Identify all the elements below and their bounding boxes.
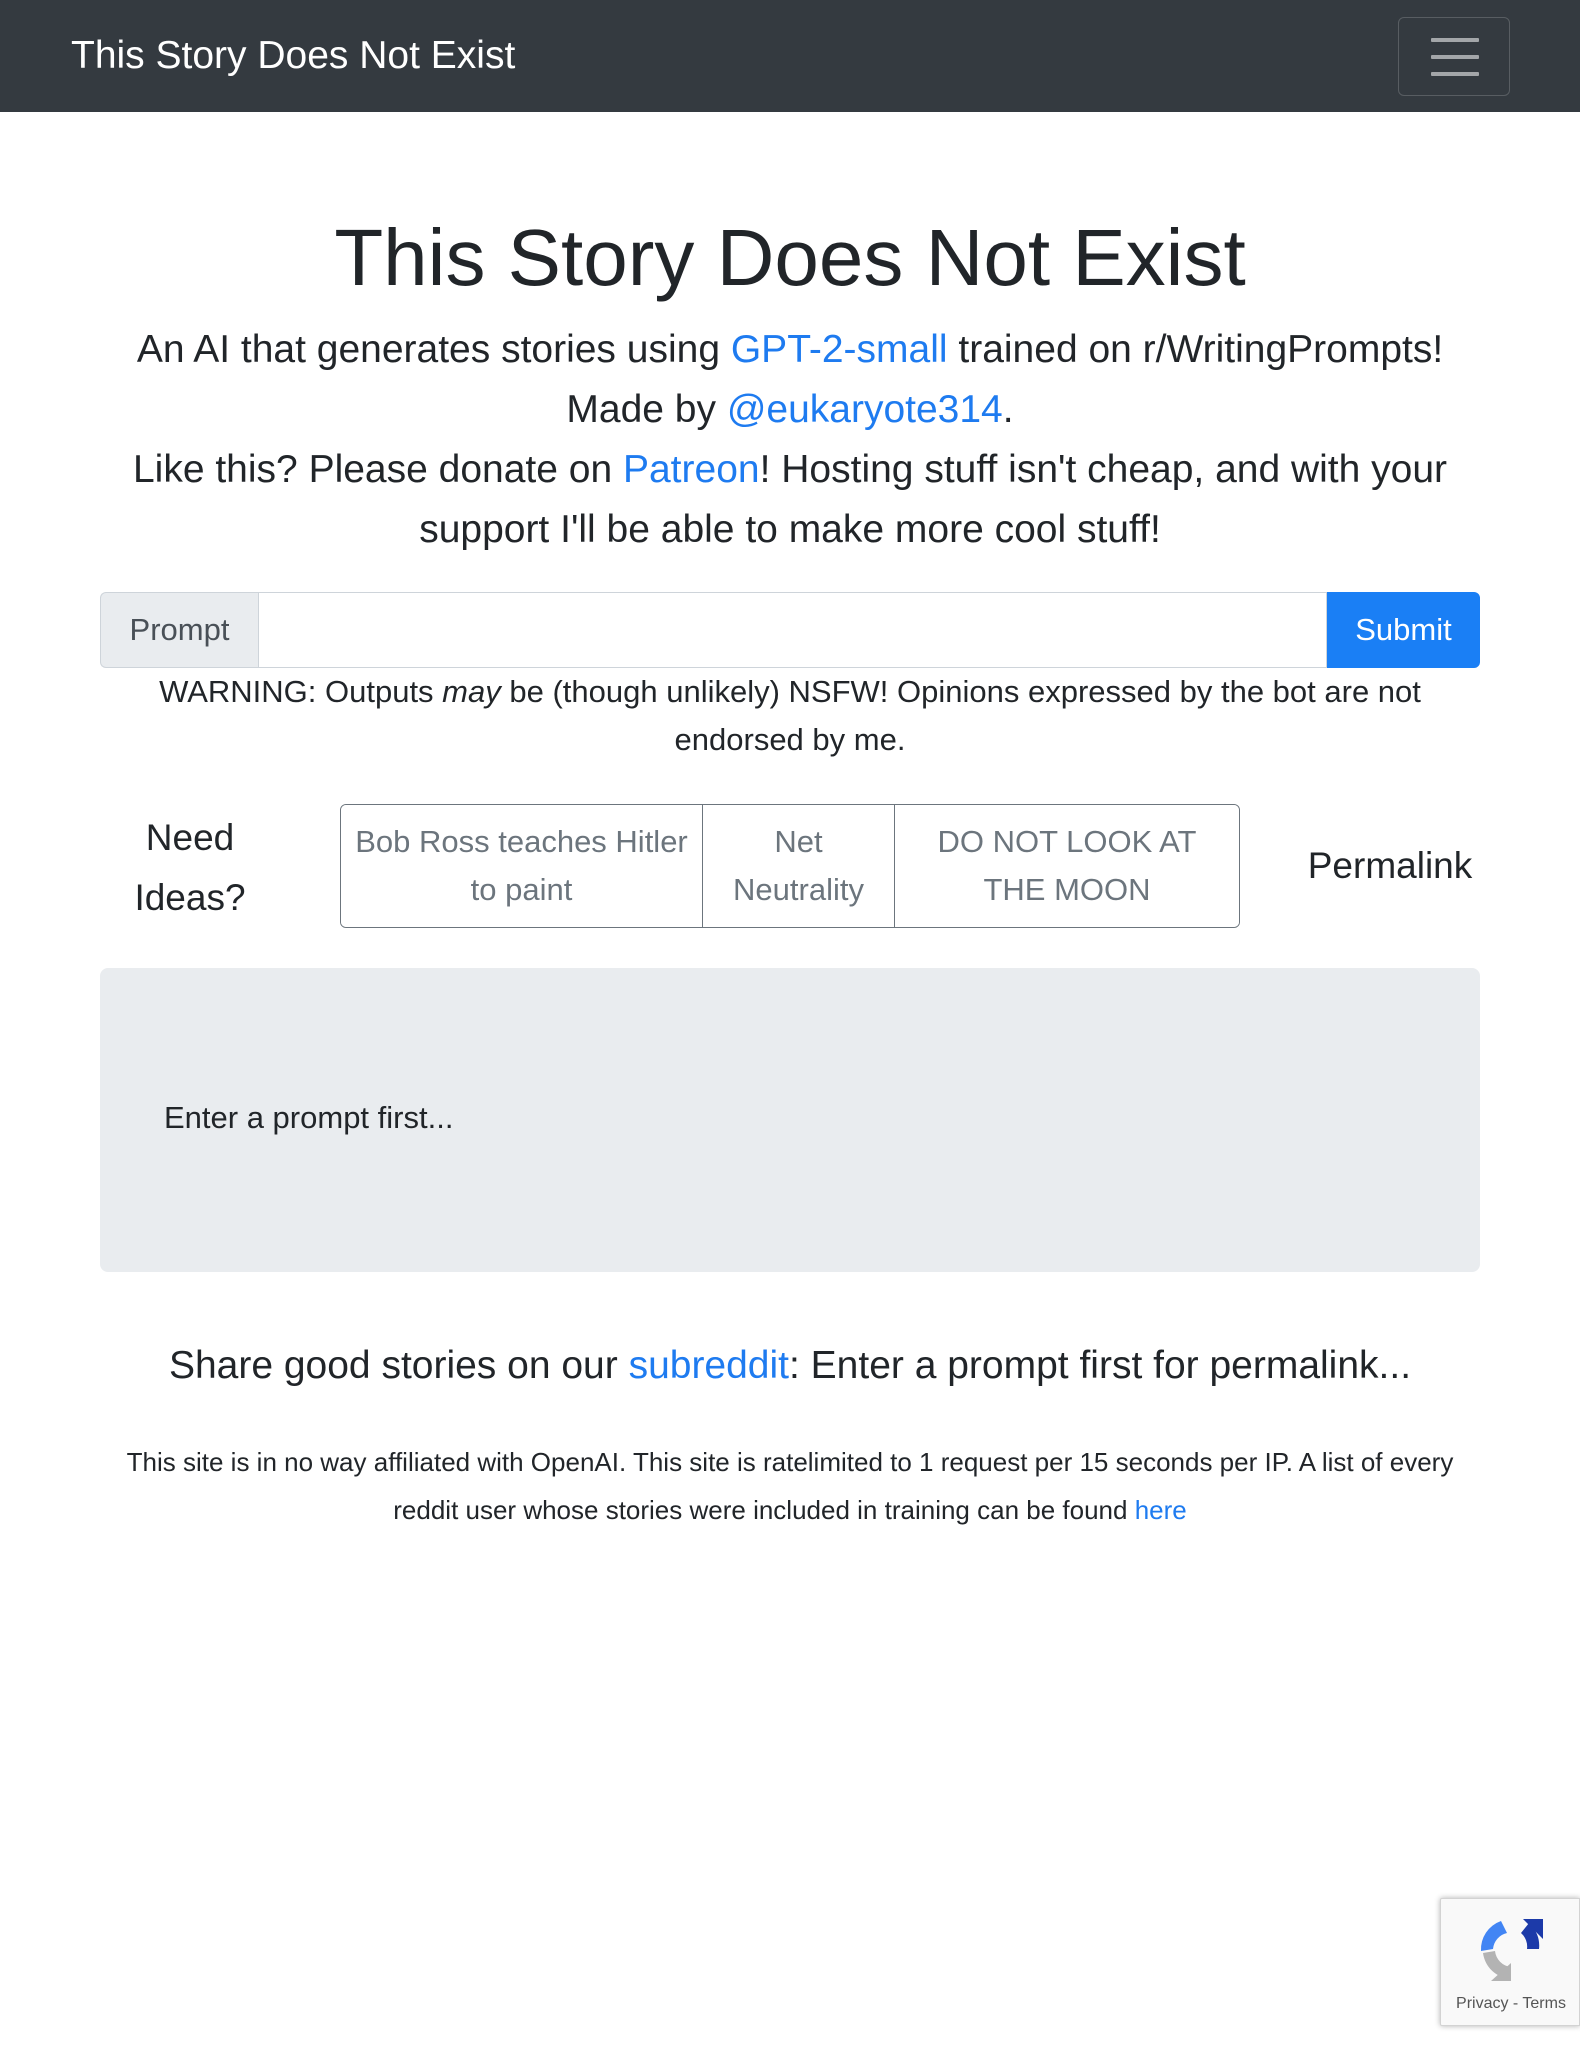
recaptcha-logo-icon xyxy=(1480,1919,1543,1981)
recaptcha-links: Privacy - Terms xyxy=(1441,1995,1580,2013)
user-list-link[interactable]: here xyxy=(1135,1495,1187,1525)
page-title: This Story Does Not Exist xyxy=(334,213,1246,302)
need-ideas-label: Need Ideas? xyxy=(134,817,246,918)
hamburger-bar xyxy=(1431,72,1479,76)
submit-button[interactable]: Submit xyxy=(1327,592,1480,668)
lead-text: trained on r/WritingPrompts! xyxy=(947,328,1444,371)
story-output: Enter a prompt first... xyxy=(100,968,1480,1272)
recaptcha-privacy-link[interactable]: Privacy xyxy=(1456,1995,1508,2012)
hero-lead: An AI that generates stories using GPT-2… xyxy=(110,320,1470,560)
recaptcha-separator: - xyxy=(1508,1995,1523,2012)
recaptcha-terms-link[interactable]: Terms xyxy=(1522,1995,1566,2012)
nsfw-warning: WARNING: Outputs may be (though unlikely… xyxy=(110,668,1470,764)
navbar: This Story Does Not Exist xyxy=(0,0,1580,112)
patreon-link[interactable]: Patreon xyxy=(623,448,760,491)
recaptcha-badge[interactable]: Privacy - Terms xyxy=(1440,1898,1580,2026)
share-line: Share good stories on our subreddit: Ent… xyxy=(0,1336,1580,1396)
lead-text: Like this? Please donate on xyxy=(132,448,623,491)
lead-text: . xyxy=(1002,388,1014,431)
story-output-text: Enter a prompt first... xyxy=(164,1100,454,1135)
lead-text: An AI that generates stories using xyxy=(136,328,731,371)
idea-button-group: Bob Ross teaches Hitler to paint Net Neu… xyxy=(340,804,1240,928)
prompt-input-group: Prompt Submit xyxy=(100,592,1480,668)
share-text: : Enter a prompt first for permalink... xyxy=(789,1344,1412,1387)
idea-button-bob-ross[interactable]: Bob Ross teaches Hitler to paint xyxy=(341,805,703,927)
idea-button-net-neutrality[interactable]: Net Neutrality xyxy=(703,805,895,927)
footer-text: This site is in no way affiliated with O… xyxy=(126,1447,1454,1525)
warning-text: be (though unlikely) NSFW! Opinions expr… xyxy=(500,674,1421,757)
permalink-link[interactable]: Permalink xyxy=(1290,836,1490,896)
hamburger-bar xyxy=(1431,38,1479,42)
warning-text: WARNING: Outputs xyxy=(159,674,443,709)
share-text: Share good stories on our xyxy=(168,1344,629,1387)
hamburger-bar xyxy=(1431,55,1479,59)
author-link[interactable]: @eukaryote314 xyxy=(727,388,1003,431)
footer-disclaimer: This site is in no way affiliated with O… xyxy=(100,1438,1480,1534)
prompt-label: Prompt xyxy=(100,592,258,668)
idea-button-moon[interactable]: DO NOT LOOK AT THE MOON xyxy=(895,805,1239,927)
warning-emphasis: may xyxy=(442,674,501,709)
lead-text: Made by xyxy=(566,388,727,431)
navbar-toggler-button[interactable] xyxy=(1398,17,1510,96)
subreddit-link[interactable]: subreddit xyxy=(629,1344,789,1387)
gpt2-link[interactable]: GPT-2-small xyxy=(731,328,948,371)
navbar-brand[interactable]: This Story Does Not Exist xyxy=(71,30,515,82)
prompt-input[interactable] xyxy=(258,592,1327,668)
